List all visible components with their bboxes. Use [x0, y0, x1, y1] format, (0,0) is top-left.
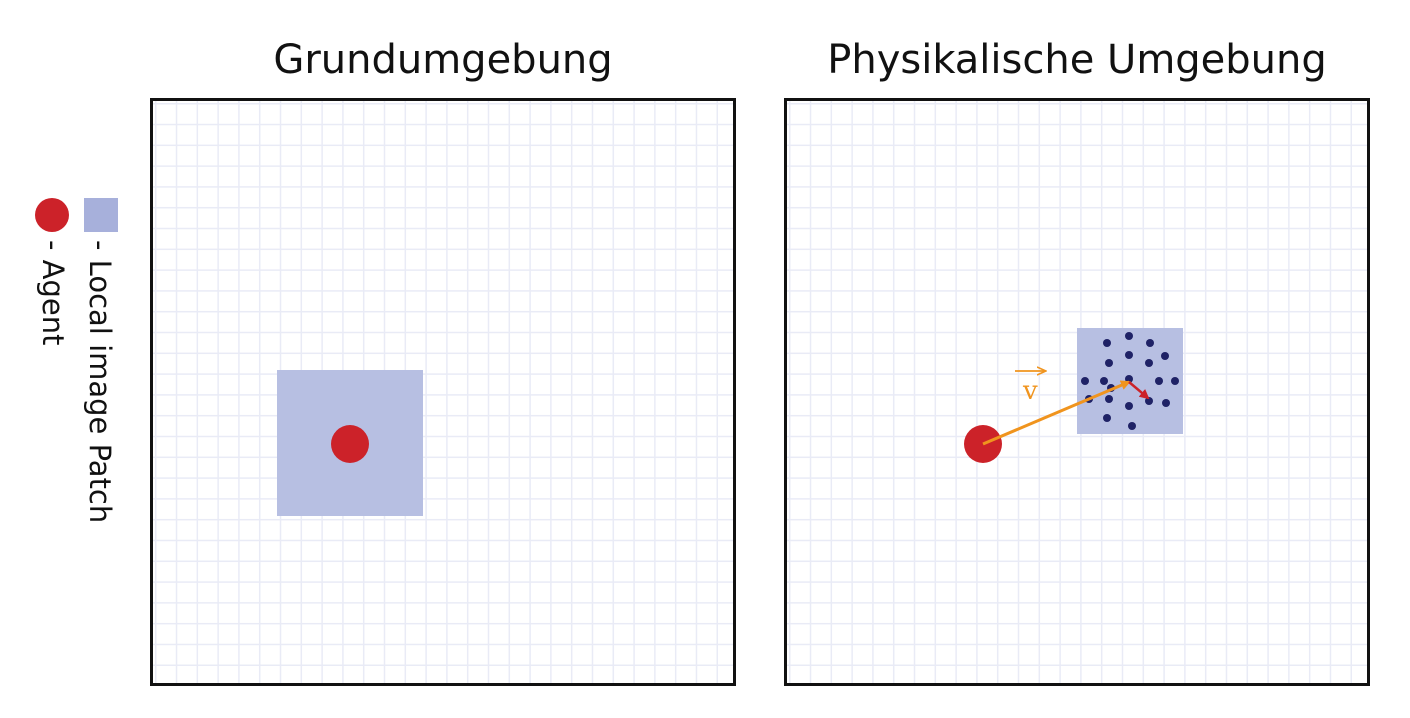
right-panel-title: Physikalische Umgebung	[827, 37, 1327, 83]
particle	[1128, 422, 1136, 430]
particle	[1171, 377, 1179, 385]
legend-patch-label: - Local image Patch	[83, 240, 117, 524]
legend-patch-icon	[84, 198, 118, 232]
particle	[1145, 359, 1153, 367]
particles	[1081, 332, 1179, 430]
particle	[1161, 352, 1169, 360]
legend-agent-icon	[35, 198, 69, 232]
particle	[1145, 397, 1153, 405]
left-panel-title: Grundumgebung	[273, 37, 613, 83]
particle	[1162, 399, 1170, 407]
legend-agent-label: - Agent	[36, 240, 70, 346]
particle	[1155, 377, 1163, 385]
agent	[331, 425, 369, 463]
right-environment-panel: v	[784, 98, 1370, 686]
left-environment-panel	[150, 98, 736, 686]
particle	[1103, 339, 1111, 347]
particle	[1125, 332, 1133, 340]
particle-motion-arrow	[1128, 381, 1150, 400]
particle	[1103, 414, 1111, 422]
velocity-label: v	[1022, 376, 1038, 406]
particle	[1100, 377, 1108, 385]
particle	[1125, 402, 1133, 410]
physics-overlay: v	[982, 332, 1179, 446]
particle	[1105, 359, 1113, 367]
particle	[1081, 377, 1089, 385]
particle	[1146, 339, 1154, 347]
particle	[1105, 395, 1113, 403]
particle	[1125, 351, 1133, 359]
velocity-arrow	[982, 380, 1131, 446]
